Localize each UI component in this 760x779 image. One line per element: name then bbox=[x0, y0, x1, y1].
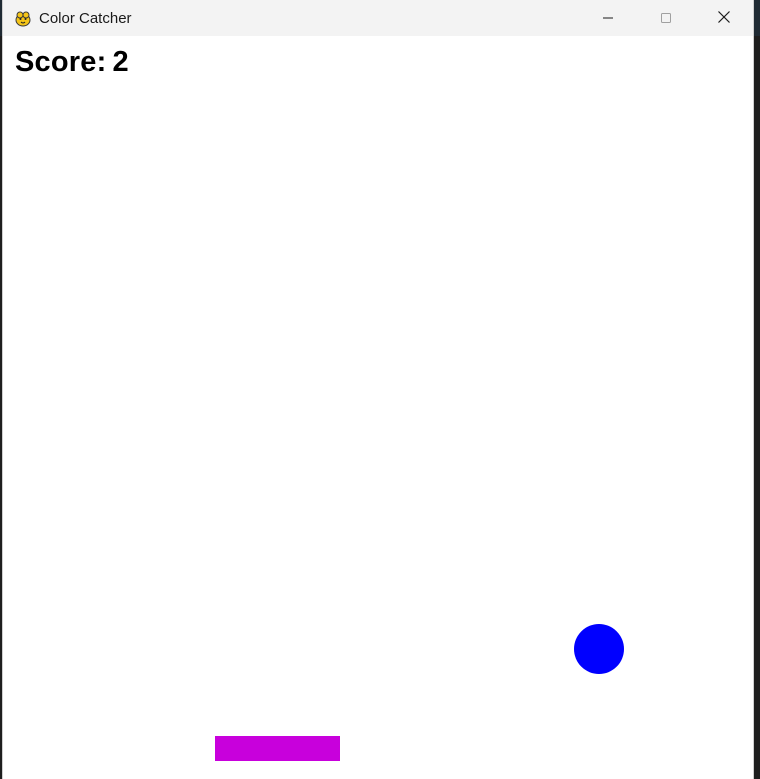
game-canvas[interactable]: Score: 2 bbox=[3, 36, 753, 779]
pygame-snake-icon bbox=[14, 9, 32, 27]
catcher-paddle[interactable] bbox=[215, 736, 340, 761]
minimize-icon bbox=[602, 9, 614, 28]
maximize-button[interactable] bbox=[637, 0, 695, 36]
close-button[interactable] bbox=[695, 0, 753, 36]
game-window: Color Catcher Score: 2 bbox=[3, 0, 753, 779]
score-label: Score: bbox=[15, 46, 107, 78]
close-icon bbox=[717, 9, 731, 28]
minimize-button[interactable] bbox=[579, 0, 637, 36]
maximize-icon bbox=[660, 9, 672, 28]
title-bar[interactable]: Color Catcher bbox=[3, 0, 753, 36]
score-display: Score: 2 bbox=[15, 46, 129, 79]
window-title: Color Catcher bbox=[39, 9, 132, 27]
window-controls bbox=[579, 0, 753, 36]
score-value: 2 bbox=[112, 46, 129, 78]
background-editor-edge-right bbox=[753, 36, 760, 779]
falling-ball bbox=[574, 624, 624, 674]
